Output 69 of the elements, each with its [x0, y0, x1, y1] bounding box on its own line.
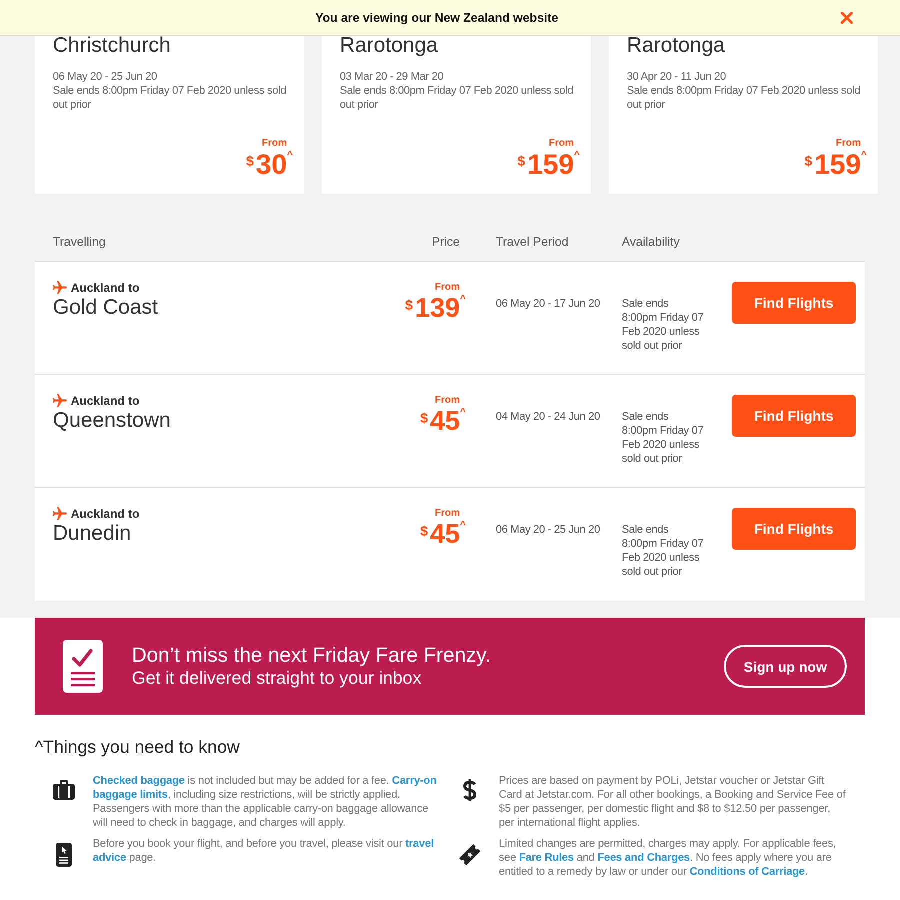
sale-note: Sale ends 8:00pm Friday 07 Feb 2020 unless sold out prior	[53, 84, 288, 112]
suitcase-icon	[53, 780, 75, 800]
plane-icon	[53, 507, 67, 521]
plane-icon	[53, 394, 67, 408]
sign-up-button[interactable]: Sign up now	[724, 645, 847, 688]
info-text: Before you book your flight, and before you travel, please visit our travel advice page.	[93, 837, 435, 865]
price-text: $159^	[518, 150, 580, 179]
from-label: From	[549, 138, 574, 150]
travel-dates: 04 May 20 - 24 Jun 20	[496, 410, 600, 424]
column-header: Travelling	[53, 234, 106, 248]
availability-text: Sale ends 8:00pm Friday 07 Feb 2020 unless sold out prior	[622, 410, 705, 466]
checklist-icon	[63, 640, 103, 693]
deal-card[interactable]: Rarotonga 30 Apr 20 - 11 Jun 20 Sale ends 8:00pm Friday 07 Feb 2020 unless sold out prior From $159^	[609, 36, 878, 194]
section-heading: ^Things you need to know	[35, 736, 240, 758]
info-text: Prices are based on payment by POLi, Jetstar voucher or Jetstar Gift Card at Jetstar.com. For all other bookings, a Booking and Service Fee of $5 per passenger, per domestic flight and $8 to $12.50 per passenger, per international flight applies.	[499, 774, 847, 830]
destination-title: Christchurch	[53, 36, 171, 56]
from-label: From	[435, 395, 460, 407]
column-header: Price	[432, 234, 460, 248]
origin-text: Auckland to	[71, 393, 140, 409]
sale-note: Sale ends 8:00pm Friday 07 Feb 2020 unless sold out prior	[340, 84, 574, 112]
document-icon	[56, 843, 72, 867]
price-text: $45^	[420, 520, 466, 548]
destination-title: Rarotonga	[340, 36, 438, 56]
from-label: From	[836, 138, 861, 150]
origin-text: Auckland to	[71, 280, 140, 296]
availability-text: Sale ends 8:00pm Friday 07 Feb 2020 unless sold out prior	[622, 297, 705, 353]
find-flights-button[interactable]: Find Flights	[732, 508, 856, 550]
info-text: Limited changes are permitted, charges may apply. For applicable fees, see Fare Rules and Fees and Charges. No fees apply where you are entitled to a remedy by law or under our Conditions of Carriage.	[499, 837, 838, 879]
from-label: From	[262, 138, 287, 150]
banner-subtitle: Get it delivered straight to your inbox	[132, 668, 422, 689]
price-text: $159^	[804, 150, 867, 179]
info-link[interactable]: Fees and Charges	[598, 852, 690, 864]
travel-dates: 06 May 20 - 25 Jun 20	[496, 523, 600, 537]
info-link[interactable]: baggage limits	[93, 789, 168, 801]
from-label: From	[435, 508, 460, 520]
availability-text: Sale ends 8:00pm Friday 07 Feb 2020 unless sold out prior	[622, 523, 705, 579]
travel-dates: 30 Apr 20 - 11 Jun 20	[627, 70, 726, 84]
info-link[interactable]: travel	[406, 838, 434, 850]
info-link[interactable]: Checked baggage	[93, 775, 185, 787]
price-text: $45^	[420, 407, 466, 435]
travel-dates: 06 May 20 - 17 Jun 20	[496, 297, 600, 311]
info-link[interactable]: Conditions of Carriage	[690, 866, 805, 878]
info-text: Checked baggage is not included but may be added for a fee. Carry-on baggage limits, including size restrictions, will be strictly applied. Passengers with more than the applicable carry-on baggage allowance will need to check in baggage, and charges will apply.	[93, 774, 438, 830]
deal-card[interactable]: Rarotonga 03 Mar 20 - 29 Mar 20 Sale ends 8:00pm Friday 07 Feb 2020 unless sold out prior From $159^	[322, 36, 591, 194]
banner-title: Don’t miss the next Friday Fare Frenzy.	[132, 644, 491, 668]
deal-card[interactable]: Christchurch 06 May 20 - 25 Jun 20 Sale ends 8:00pm Friday 07 Feb 2020 unless sold out prior From $30^	[35, 36, 304, 194]
find-flights-button[interactable]: Find Flights	[732, 282, 856, 324]
destination-text: Dunedin	[53, 522, 132, 546]
sale-note: Sale ends 8:00pm Friday 07 Feb 2020 unless sold out prior	[627, 84, 862, 112]
dollar-icon	[463, 779, 477, 802]
destination-title: Rarotonga	[627, 36, 726, 56]
column-header: Travel Period	[496, 234, 569, 248]
origin-text: Auckland to	[71, 506, 140, 522]
ticket-icon	[458, 843, 482, 867]
travel-dates: 06 May 20 - 25 Jun 20	[53, 70, 158, 84]
destination-text: Gold Coast	[53, 296, 158, 320]
price-text: $30^	[246, 150, 293, 179]
destination-text: Queenstown	[53, 409, 171, 433]
column-header: Availability	[622, 234, 680, 248]
info-link[interactable]: Carry-on	[392, 775, 437, 787]
plane-icon	[53, 281, 67, 295]
info-link[interactable]: Fare Rules	[519, 852, 574, 864]
info-link[interactable]: advice	[93, 852, 126, 864]
notice-text: You are viewing our New Zealand website	[315, 10, 559, 24]
from-label: From	[435, 282, 460, 294]
find-flights-button[interactable]: Find Flights	[732, 395, 856, 437]
close-icon[interactable]	[841, 12, 853, 24]
travel-dates: 03 Mar 20 - 29 Mar 20	[340, 70, 444, 84]
price-text: $139^	[405, 294, 466, 322]
